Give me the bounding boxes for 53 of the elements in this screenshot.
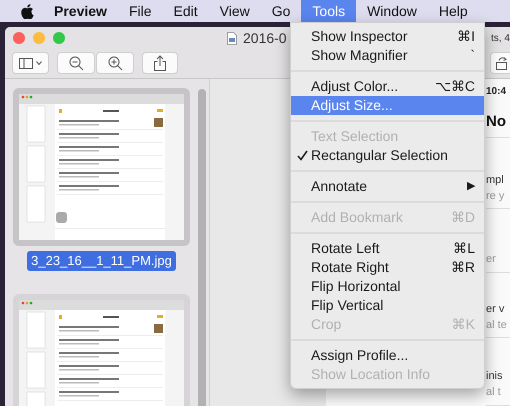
window-title: ts, 4 <box>491 32 510 46</box>
rotate-icon <box>495 56 509 70</box>
menu-item[interactable]: Rotate Right ⌘R <box>291 258 484 277</box>
menu-item[interactable]: Rectangular Selection <box>291 146 484 165</box>
shortcut-text: ⌘L <box>453 239 475 258</box>
apple-logo-icon[interactable] <box>21 4 34 18</box>
zoom-in-button[interactable] <box>96 52 134 74</box>
document-text: 10:4 <box>486 85 508 99</box>
sidebar-toggle-button[interactable] <box>12 52 49 74</box>
shortcut-text: ⌘I <box>457 27 475 46</box>
menu-bar-item[interactable]: Preview <box>43 0 118 22</box>
share-button[interactable] <box>142 52 178 74</box>
menu-bar-item[interactable]: Tools <box>301 0 356 22</box>
document-text: No <box>486 100 510 138</box>
menu-bar-item[interactable]: Help <box>428 0 479 22</box>
sidebar-icon <box>19 58 33 68</box>
menu-bar-item[interactable]: View <box>208 0 261 22</box>
zoom-in-icon <box>108 56 122 70</box>
menu-item[interactable]: Show Magnifier ` <box>291 46 484 65</box>
share-icon <box>154 55 166 71</box>
submenu-arrow: ▶ <box>467 179 475 194</box>
menu-item[interactable]: Flip Vertical <box>291 296 484 315</box>
thumbnail-caption[interactable]: 3_23_16__1_11_PM.jpg <box>27 251 176 270</box>
shortcut-text: ` <box>470 46 475 65</box>
menu-bar-item[interactable]: Window <box>356 0 428 22</box>
document-text: al te <box>486 316 510 338</box>
shortcut-text: ⌘K <box>452 315 475 334</box>
menu-item[interactable]: Annotate ▶ <box>291 177 484 196</box>
document-text: mpl <box>486 172 505 188</box>
image-file-icon <box>227 32 237 44</box>
document-text: er <box>486 251 510 273</box>
menu-bar-item[interactable]: Edit <box>162 0 209 22</box>
menu-item[interactable]: Flip Horizontal <box>291 277 484 296</box>
document-text: inis <box>486 369 504 384</box>
menu-item[interactable]: Show Inspector ⌘I <box>291 27 484 46</box>
shortcut-text: ⌘D <box>450 208 475 227</box>
scrollbar-thumb[interactable] <box>198 89 206 406</box>
menu-item[interactable]: Adjust Color... ⌥⌘C <box>291 77 484 96</box>
window-title: 2016-0 <box>243 28 287 48</box>
zoom-out-button[interactable] <box>57 52 95 74</box>
menu-item[interactable]: Rotate Left ⌘L <box>291 239 484 258</box>
menu-item[interactable]: Assign Profile... <box>291 346 484 365</box>
document-text: re y <box>486 188 510 210</box>
document-text: al t <box>486 384 510 406</box>
menu-bar-item[interactable]: File <box>118 0 162 22</box>
menu-bar-item[interactable]: Go <box>260 0 302 22</box>
shortcut-text: ⌥⌘C <box>434 77 475 96</box>
zoom-out-icon <box>68 56 84 70</box>
shortcut-text: ⌘R <box>450 258 475 277</box>
close-button[interactable] <box>13 32 25 44</box>
document-text: er v <box>486 302 506 317</box>
chevron-down-icon <box>36 61 42 65</box>
menu-item[interactable]: Adjust Size... <box>291 96 484 115</box>
